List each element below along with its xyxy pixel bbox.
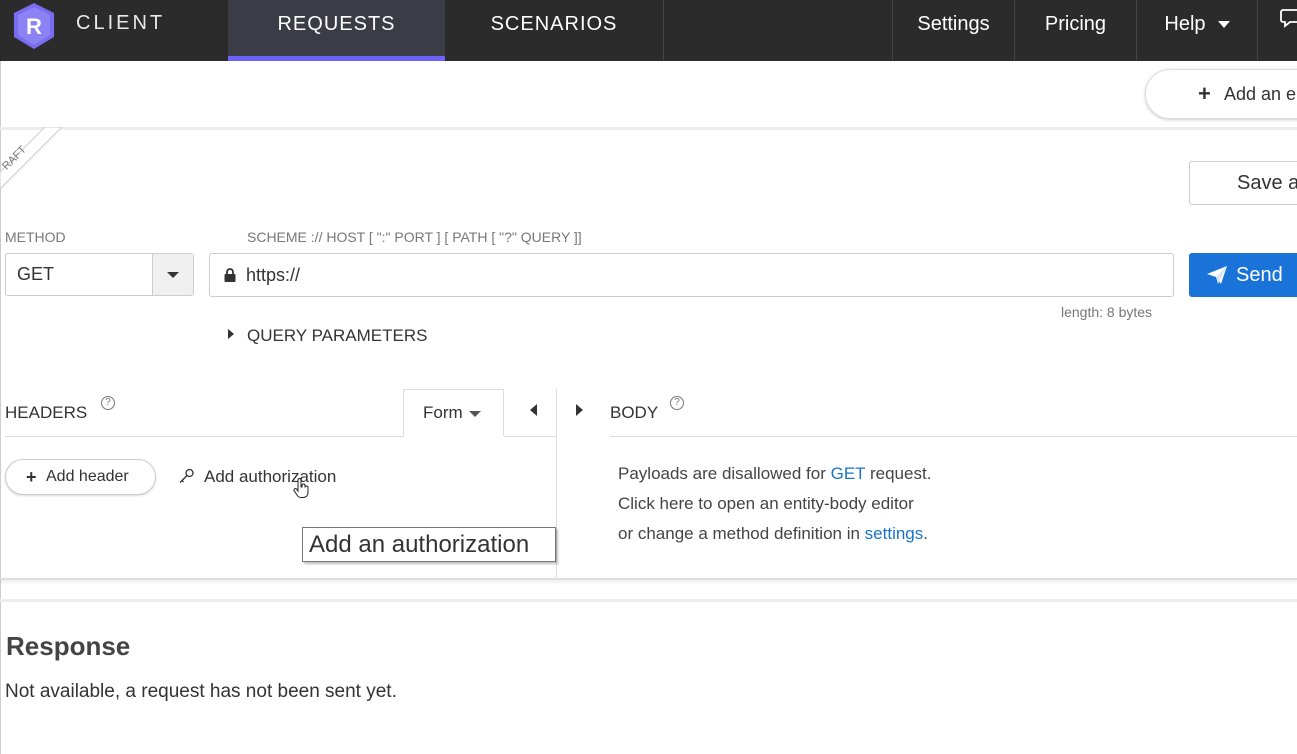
method-label: METHOD bbox=[5, 229, 66, 245]
nav-pricing[interactable]: Pricing bbox=[1015, 0, 1136, 61]
headers-divider bbox=[504, 436, 556, 437]
body-title: BODY bbox=[610, 403, 659, 422]
collapse-right-icon[interactable] bbox=[576, 404, 583, 416]
headers-title: HEADERS bbox=[5, 403, 88, 422]
hand-cursor-icon bbox=[293, 478, 309, 498]
chevron-down-icon bbox=[468, 410, 481, 417]
nav-help[interactable]: Help bbox=[1137, 0, 1257, 61]
body-text: Payloads are disallowed for bbox=[618, 464, 831, 483]
body-text: request. bbox=[865, 464, 932, 483]
url-field[interactable] bbox=[209, 253, 1174, 297]
form-label: Form bbox=[423, 403, 463, 422]
get-method-link[interactable]: GET bbox=[831, 464, 866, 483]
query-parameters-label: QUERY PARAMETERS bbox=[247, 326, 428, 345]
nav-settings-label: Settings bbox=[917, 13, 990, 35]
send-button[interactable]: Send bbox=[1189, 253, 1297, 297]
nav-settings[interactable]: Settings bbox=[893, 0, 1014, 61]
active-tab-indicator bbox=[228, 56, 445, 61]
collapse-left-icon[interactable] bbox=[530, 404, 537, 416]
add-authorization-label: Add authorization bbox=[204, 467, 337, 486]
headers-form-dropdown[interactable]: Form bbox=[403, 389, 504, 436]
tab-scenarios-label: SCENARIOS bbox=[490, 13, 618, 35]
settings-link[interactable]: settings bbox=[865, 524, 924, 543]
nav-help-label: Help bbox=[1164, 13, 1206, 35]
add-header-button[interactable]: + Add header bbox=[5, 459, 156, 495]
tab-requests-label: REQUESTS bbox=[277, 13, 396, 35]
top-navbar: R CLIENT REQUESTS SCENARIOS Settings Pri… bbox=[0, 0, 1297, 61]
save-button-label: Save a bbox=[1237, 172, 1297, 194]
app-logo-icon[interactable]: R bbox=[8, 0, 60, 52]
chevron-down-icon bbox=[1217, 21, 1230, 29]
url-format-label: SCHEME :// HOST [ ":" PORT ] [ PATH [ "?… bbox=[247, 229, 582, 245]
add-environment-button[interactable]: + Add an en bbox=[1145, 69, 1297, 119]
headers-help-icon[interactable]: ? bbox=[101, 396, 115, 410]
body-text: . bbox=[923, 524, 928, 543]
logo-letter: R bbox=[26, 14, 42, 39]
body-text: or change a method definition in bbox=[618, 524, 865, 543]
lock-icon bbox=[224, 268, 236, 282]
caret-down-icon bbox=[167, 272, 179, 278]
query-parameters-toggle[interactable]: QUERY PARAMETERS bbox=[228, 326, 427, 346]
section-divider bbox=[0, 127, 1297, 130]
nav-divider bbox=[663, 0, 664, 61]
plus-icon: + bbox=[26, 467, 37, 487]
chat-icon[interactable] bbox=[1280, 6, 1297, 30]
brand-name: CLIENT bbox=[76, 12, 166, 34]
tab-requests[interactable]: REQUESTS bbox=[228, 0, 445, 61]
body-help-icon[interactable]: ? bbox=[670, 396, 684, 410]
tab-scenarios[interactable]: SCENARIOS bbox=[445, 0, 663, 61]
paper-plane-icon bbox=[1207, 266, 1227, 284]
body-message-line3: or change a method definition in setting… bbox=[618, 524, 928, 544]
method-select[interactable]: GET bbox=[5, 253, 194, 296]
add-environment-label: Add an en bbox=[1224, 84, 1297, 104]
key-icon bbox=[179, 468, 194, 483]
response-message: Not available, a request has not been se… bbox=[5, 681, 397, 702]
method-value: GET bbox=[17, 264, 55, 284]
send-button-label: Send bbox=[1236, 264, 1283, 286]
add-header-label: Add header bbox=[46, 468, 129, 485]
method-dropdown-toggle[interactable] bbox=[152, 254, 193, 295]
open-body-editor-link[interactable]: Click here to open an entity-body editor bbox=[618, 494, 914, 514]
panel-splitter[interactable] bbox=[556, 389, 557, 579]
nav-divider bbox=[1257, 0, 1258, 61]
headers-divider bbox=[5, 436, 404, 437]
section-divider bbox=[0, 599, 1297, 602]
url-length: length: 8 bytes bbox=[1061, 304, 1153, 320]
caret-right-icon bbox=[228, 329, 234, 339]
plus-icon: + bbox=[1198, 81, 1211, 106]
save-button[interactable]: Save a bbox=[1189, 161, 1297, 205]
draft-ribbon: RAFT bbox=[0, 127, 62, 189]
body-message-line1: Payloads are disallowed for GET request. bbox=[618, 464, 931, 484]
request-panel-bottom bbox=[0, 578, 1297, 580]
url-input[interactable] bbox=[246, 262, 1146, 288]
nav-pricing-label: Pricing bbox=[1044, 13, 1107, 35]
response-title: Response bbox=[6, 631, 131, 661]
body-divider bbox=[610, 436, 1297, 437]
tooltip: Add an authorization bbox=[302, 527, 556, 562]
